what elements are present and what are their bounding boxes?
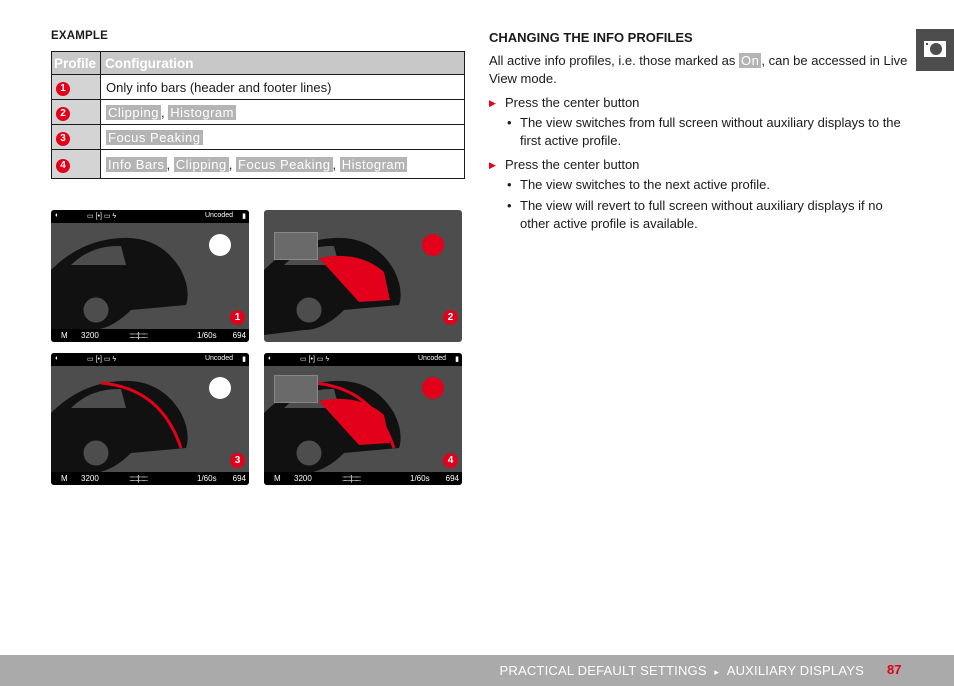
profile-badge: 1 [230, 310, 245, 325]
info-bar-header: ◐ ▭ [•] ▭ ϟ Uncoded ▮ [264, 353, 462, 366]
profile-config-table: Profile Configuration 1 Only info bars (… [50, 51, 465, 179]
section-title: CHANGING THE INFO PROFILES [489, 30, 693, 45]
bright-spot [209, 234, 231, 256]
table-row: 3 Focus Peaking [50, 124, 465, 150]
car-illustration [51, 237, 188, 335]
header-profile: Profile [50, 51, 102, 75]
breadcrumb-arrow-icon: ▸ [714, 667, 720, 677]
info-bar-header: ◐ ▭ [•] ▭ ϟ Uncoded ▮ [51, 353, 249, 366]
step-arrow-icon: ▶ [489, 98, 496, 108]
info-bar-footer: M 3200:::::::|::::::: 1/60s 694 [264, 472, 462, 485]
table-row: 2 Clipping, Histogram [50, 99, 465, 125]
config-cell: Only info bars (header and footer lines) [100, 74, 465, 100]
header-configuration: Configuration [100, 51, 465, 75]
tag-focus-peaking: Focus Peaking [236, 156, 333, 172]
histogram [274, 375, 318, 403]
live-view-screen-1: ◐ ▭ [•] ▭ ϟ Uncoded ▮M 3200:::::::|::::::: 1/… [51, 210, 249, 342]
result-bullet: • The view will revert to full screen wit… [507, 198, 883, 231]
result-bullet: • The view switches from full screen with… [507, 115, 901, 148]
car-illustration [51, 380, 188, 478]
live-view-screen-3: ◐ ▭ [•] ▭ ϟ Uncoded ▮M 3200:::::::|::::::: 1/… [51, 353, 249, 485]
chapter-tab[interactable] [916, 29, 954, 71]
table-row: 4 Info Bars, Clipping, Focus Peaking, Hi… [50, 149, 465, 179]
profile-badge: 3 [230, 453, 245, 468]
tag-histogram: Histogram [168, 104, 236, 120]
bright-spot [209, 377, 231, 399]
bright-spot [422, 234, 444, 256]
info-bar-footer: M 3200:::::::|::::::: 1/60s 694 [51, 472, 249, 485]
tag-focus-peaking: Focus Peaking [106, 129, 203, 145]
config-cell: Clipping, Histogram [100, 99, 465, 125]
breadcrumb: PRACTICAL DEFAULT SETTINGS ▸ AUXILIARY D… [499, 663, 864, 678]
profile-badge: 3 [56, 131, 70, 146]
result-bullet: • The view switches to the next active pr… [507, 177, 771, 192]
profile-badge: 2 [56, 106, 70, 121]
info-bar-header: ◐ ▭ [•] ▭ ϟ Uncoded ▮ [51, 210, 249, 223]
step-arrow-icon: ▶ [489, 160, 496, 170]
intro-paragraph: All active info profiles, i.e. those mar… [489, 53, 908, 86]
tag-clipping: Clipping [173, 156, 229, 172]
tag-histogram: Histogram [339, 156, 408, 172]
tag-clipping: Clipping [106, 104, 161, 120]
config-cell: Focus Peaking [100, 124, 465, 150]
profile-badge: 2 [443, 310, 458, 325]
page-footer: PRACTICAL DEFAULT SETTINGS ▸ AUXILIARY D… [0, 655, 954, 686]
profile-badge: 4 [56, 158, 70, 173]
bright-spot [422, 377, 444, 399]
live-view-screen-4: ◐ ▭ [•] ▭ ϟ Uncoded ▮M 3200:::::::|::::::: 1/… [264, 353, 462, 485]
example-heading: EXAMPLE [51, 30, 108, 42]
camera-icon [924, 41, 946, 57]
tag-info-bars: Info Bars [106, 156, 167, 172]
table-row: 1 Only info bars (header and footer line… [50, 74, 465, 100]
profile-badge: 4 [443, 453, 458, 468]
page-number: 87 [887, 662, 902, 677]
config-cell: Info Bars, Clipping, Focus Peaking, Hist… [100, 149, 465, 179]
histogram [274, 232, 318, 260]
on-tag: On [739, 53, 762, 68]
live-view-screen-2: 2 [264, 210, 462, 342]
table-header-row: Profile Configuration [50, 51, 465, 75]
car-illustration [264, 237, 401, 335]
profile-badge: 1 [56, 81, 70, 96]
info-bar-footer: M 3200:::::::|::::::: 1/60s 694 [51, 329, 249, 342]
car-illustration [264, 380, 401, 478]
